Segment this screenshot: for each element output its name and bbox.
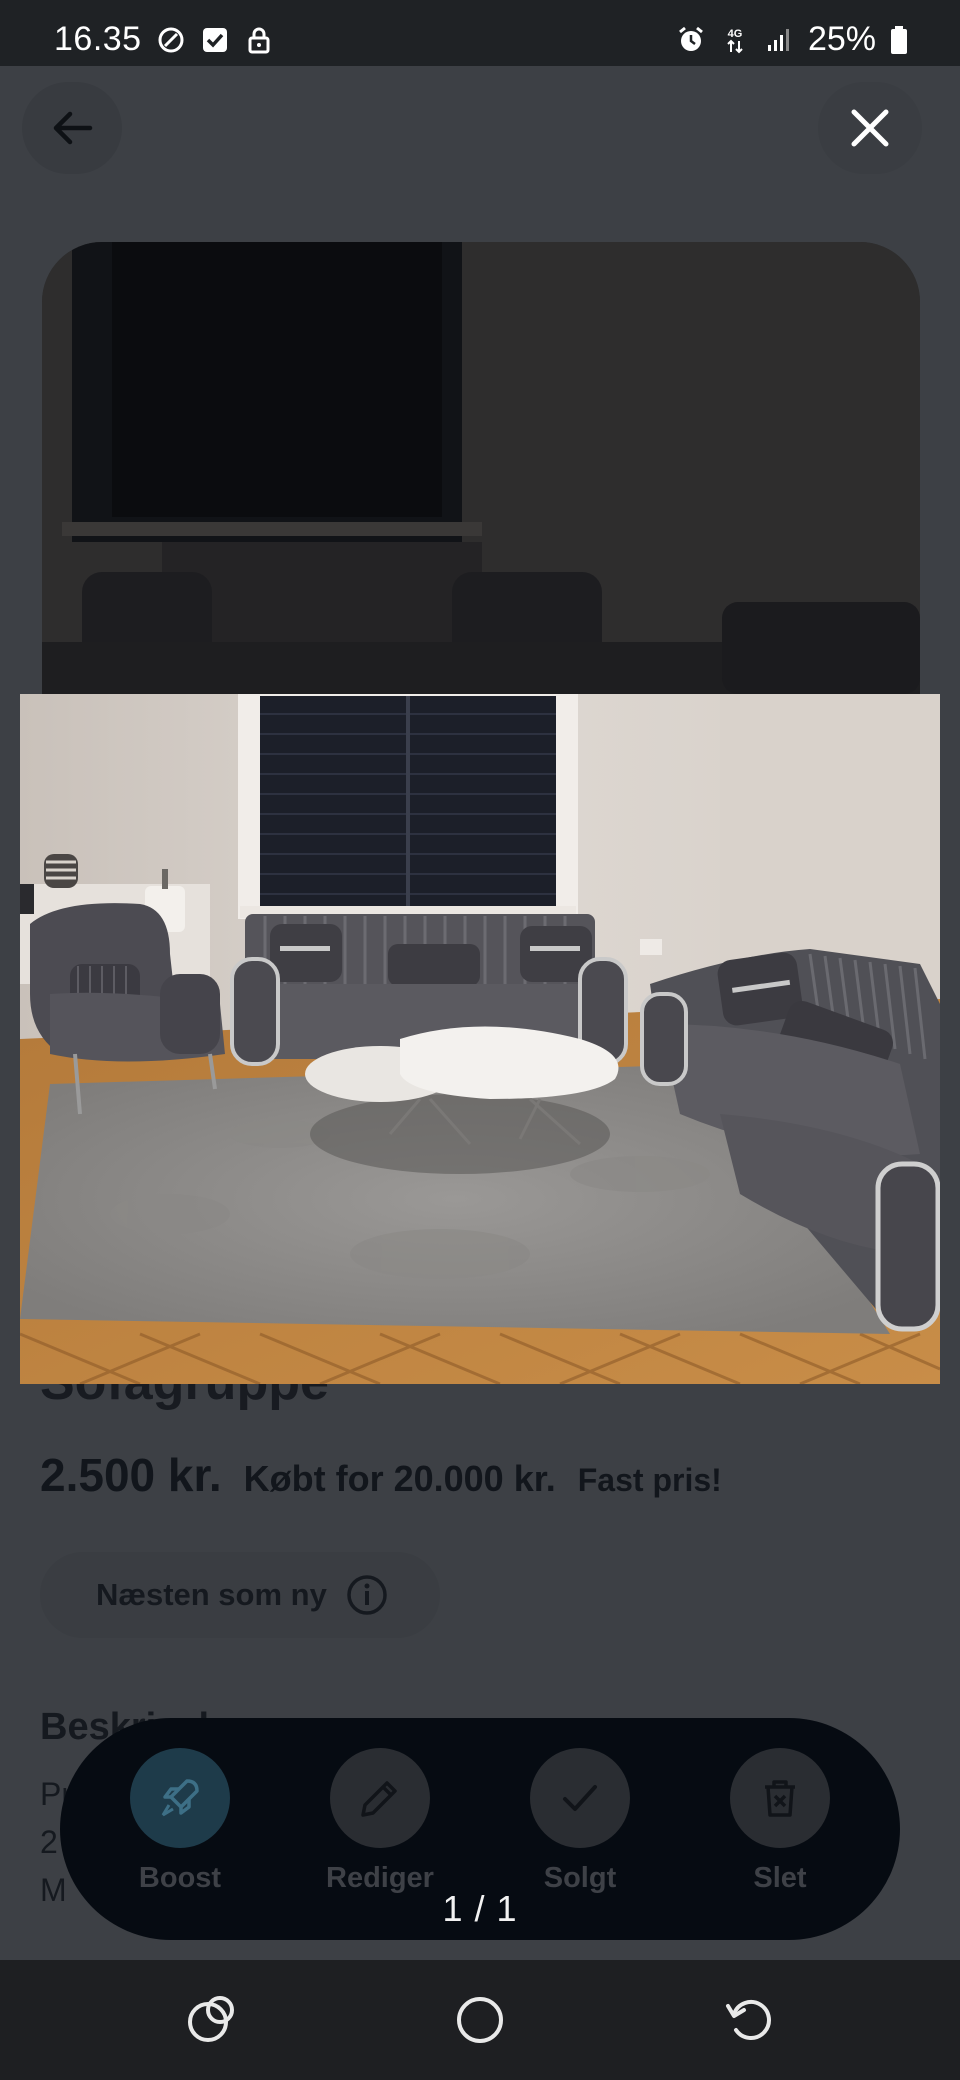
edit-button[interactable] <box>330 1748 430 1848</box>
sold-action[interactable]: Solgt <box>500 1748 660 1895</box>
original-price: Købt for 20.000 kr. <box>243 1458 556 1499</box>
home-circle-icon <box>457 1997 503 2043</box>
edit-action[interactable]: Rediger <box>300 1748 460 1895</box>
listing-image-background <box>42 242 920 694</box>
recent-apps-icon <box>188 1996 234 2042</box>
pencil-icon <box>361 1781 397 1817</box>
sold-button[interactable] <box>530 1748 630 1848</box>
price-row: 2.500 kr. Købt for 20.000 kr. Fast pris! <box>40 1448 722 1502</box>
close-button[interactable] <box>818 82 922 174</box>
checkmark-icon <box>563 1785 597 1811</box>
rocket-icon <box>161 1779 199 1817</box>
arrow-left-icon <box>53 111 93 145</box>
living-room-photo-dim <box>42 242 920 694</box>
checkbox-notification-icon <box>202 27 227 52</box>
trash-icon <box>765 1780 795 1817</box>
price-type: Fast pris! <box>577 1462 722 1498</box>
condition-label: Næsten som ny <box>96 1577 327 1612</box>
screen: 16.35 4G 25% 2.500 kr. Købt for 20.000 k… <box>0 0 960 2080</box>
recent-apps-button[interactable] <box>182 1990 242 2050</box>
boost-action[interactable]: Boost <box>100 1748 260 1895</box>
back-nav-button[interactable] <box>720 1990 780 2050</box>
status-bar: 16.35 4G 25% <box>0 0 960 66</box>
system-nav-bar <box>0 1960 960 2080</box>
boost-button[interactable] <box>130 1748 230 1848</box>
living-room-photo <box>20 694 940 1384</box>
rotate-back-icon <box>726 2000 771 2040</box>
home-button[interactable] <box>450 1990 510 2050</box>
close-icon <box>851 109 889 147</box>
condition-chip[interactable]: Næsten som ny <box>40 1552 440 1638</box>
battery-icon <box>891 25 907 54</box>
lock-icon <box>248 27 270 53</box>
delete-button[interactable] <box>730 1748 830 1848</box>
back-button[interactable] <box>22 82 122 174</box>
info-icon[interactable] <box>345 1573 389 1617</box>
gallery-counter: 1 / 1 <box>442 1888 518 1929</box>
listing-price: 2.500 kr. <box>40 1449 222 1501</box>
battery-percent: 25% <box>807 20 876 58</box>
alarm-icon <box>679 26 703 51</box>
gallery-image[interactable] <box>20 694 940 1384</box>
network-4g-icon: 4G <box>727 28 743 53</box>
status-time: 16.35 <box>54 20 142 58</box>
delete-action[interactable]: Slet <box>700 1748 860 1895</box>
data-saver-icon <box>158 27 184 52</box>
svg-text:4G: 4G <box>728 28 743 40</box>
signal-icon <box>767 28 789 51</box>
